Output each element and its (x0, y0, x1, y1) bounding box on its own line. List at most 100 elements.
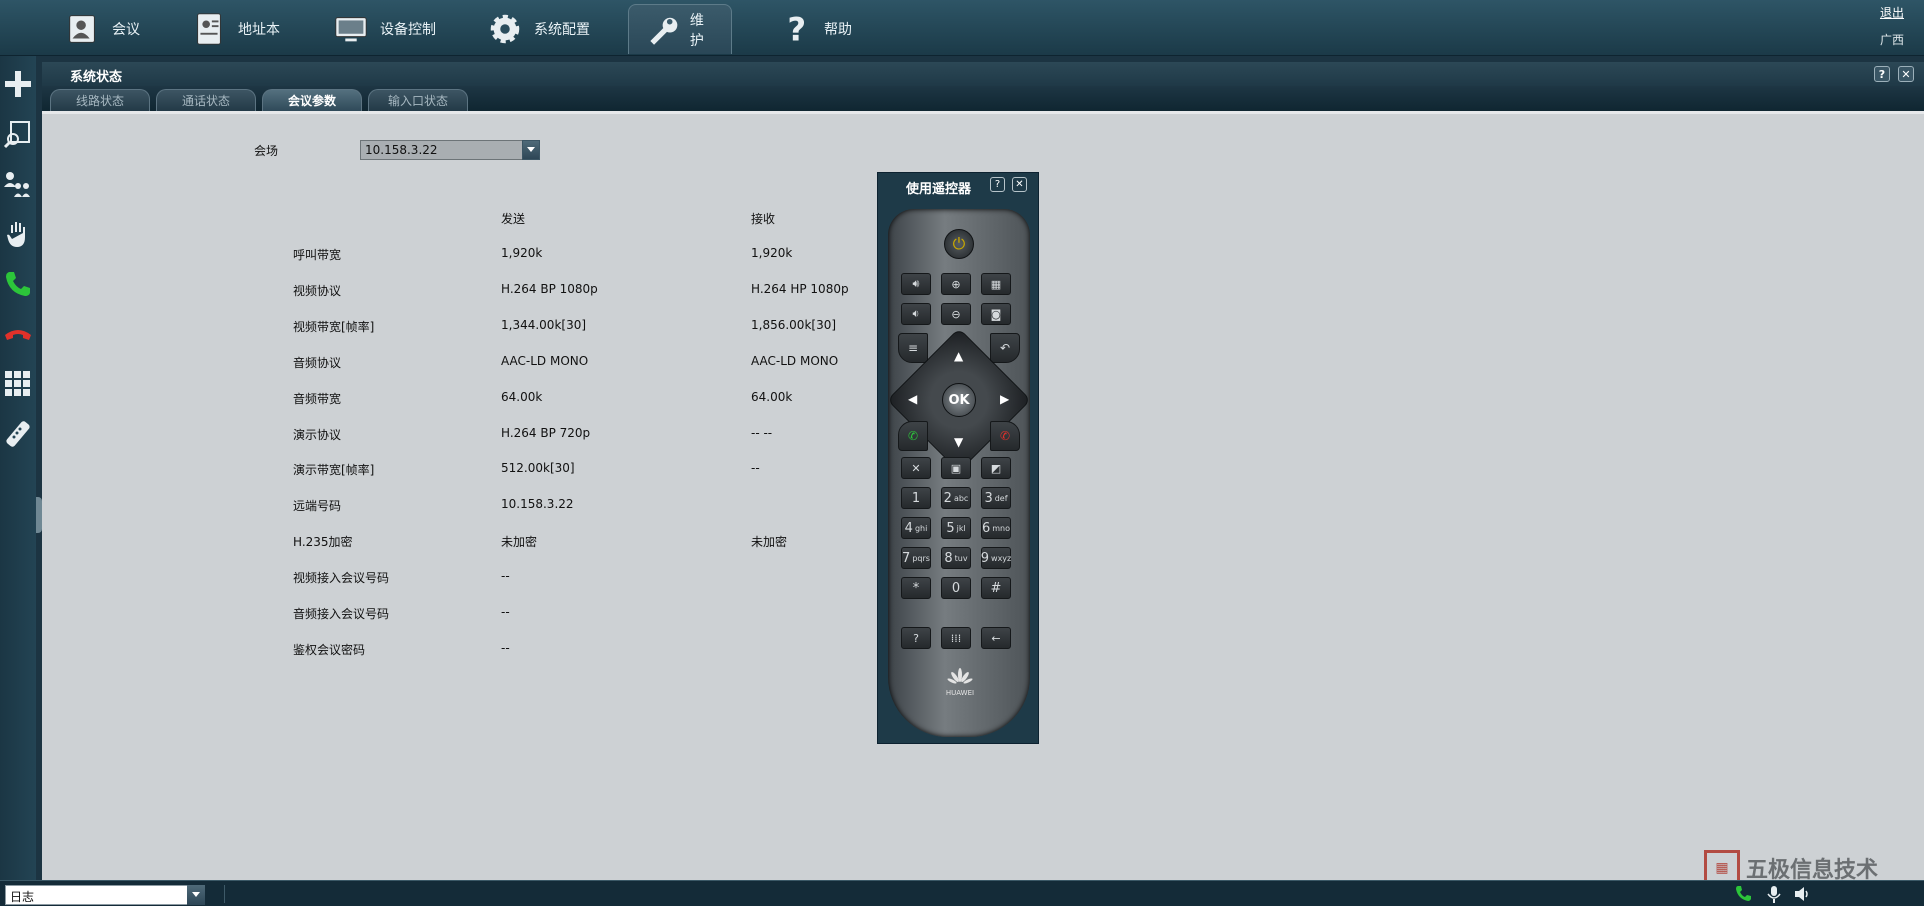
numpad-key-digit: 8 (944, 550, 953, 566)
camera-button[interactable]: ◙ (981, 303, 1011, 325)
arrow-left-icon: ◀ (908, 392, 918, 406)
remote-control-icon (6, 421, 30, 447)
panel-help-button[interactable]: ? (1874, 66, 1890, 82)
mute-button[interactable]: ✕ (901, 457, 931, 479)
zoom-out-button[interactable]: ⊖ (941, 303, 971, 325)
backspace-key[interactable]: ← (981, 627, 1011, 649)
nav-device-control[interactable]: 设备控制 (318, 4, 450, 54)
tab-conference-params[interactable]: 会议参数 (262, 89, 362, 111)
log-dropdown-button[interactable] (187, 885, 205, 905)
speaker-icon[interactable] (1792, 884, 1812, 904)
gear-icon (490, 14, 520, 44)
dpad-left-button[interactable]: ◀ (908, 392, 917, 406)
numpad-key-8[interactable]: 8 tuv (941, 547, 971, 569)
numpad-key-0[interactable]: 0 (941, 577, 971, 599)
back-button[interactable]: ↶ (990, 333, 1020, 363)
numpad-key-5[interactable]: 5 jkl (941, 517, 971, 539)
numpad-key-letters: ghi (914, 523, 928, 533)
plus-icon (5, 71, 31, 97)
tab-input-status-label: 输入口状态 (387, 94, 448, 108)
nav-help-label: 帮助 (824, 22, 852, 38)
remote-control-window: 使用遥控器 ? ✕ ⏻ 🔊︎ ⊕ ▦ 🔉︎ ⊖ ◙ ≡ ↶ ▲ ▼ ◀ ▶ OK… (877, 172, 1039, 744)
rail-remote-button[interactable] (2, 418, 34, 450)
site-select[interactable]: 10.158.3.22 (360, 140, 540, 160)
rail-search-site-button[interactable] (2, 118, 34, 150)
remote-call-button[interactable]: ✆ (898, 421, 928, 451)
contacts-button[interactable]: ▣ (941, 457, 971, 479)
menu-button[interactable]: ≡ (898, 333, 928, 363)
back-icon: ↶ (999, 341, 1011, 355)
remote-help-key[interactable]: ? (901, 627, 931, 649)
panel-close-button[interactable]: ✕ (1898, 66, 1914, 82)
close-icon: ✕ (1901, 67, 1911, 81)
huawei-brand-text: HUAWEI (945, 689, 975, 697)
numpad-key-9[interactable]: 9 wxyz (981, 547, 1011, 569)
presentation-button[interactable]: ◩ (981, 457, 1011, 479)
dpad-up-button[interactable]: ▲ (954, 349, 963, 363)
param-recv-value: -- (751, 461, 760, 476)
numpad-key-7[interactable]: 7 pqrs (901, 547, 931, 569)
rail-raise-hand-button[interactable] (2, 218, 34, 250)
nav-help[interactable]: ? 帮助 (762, 4, 866, 54)
numpad-key-star[interactable]: * (901, 577, 931, 599)
param-send-value: 512.00k[30] (501, 461, 575, 476)
numpad-key-2[interactable]: 2 abc (941, 487, 971, 509)
rail-participants-button[interactable] (2, 168, 34, 200)
numpad-key-digit: * (912, 580, 920, 596)
site-label: 会场 (254, 144, 279, 158)
layout-123-button[interactable]: ▦ (981, 273, 1011, 295)
remote-hangup-button[interactable]: ✆ (990, 421, 1020, 451)
rail-hangup-button[interactable] (2, 318, 34, 350)
power-button[interactable]: ⏻ (944, 229, 974, 259)
top-right-links: 退出 广西 (1880, 4, 1904, 48)
zoom-in-button[interactable]: ⊕ (941, 273, 971, 295)
panel-title: 系统状态 (70, 70, 123, 85)
numpad-key-4[interactable]: 4 ghi (901, 517, 931, 539)
numpad-key-letters: mno (992, 523, 1011, 533)
log-select-value: 日志 (10, 890, 35, 904)
rail-add-button[interactable] (2, 68, 34, 100)
param-name: 鉴权会议密码 (293, 642, 366, 657)
nav-meeting[interactable]: 会议 (50, 4, 154, 54)
numpad-key-digit: 3 (984, 490, 993, 506)
call-status-icon[interactable] (1734, 884, 1754, 904)
left-toolbar (0, 56, 36, 880)
tab-call-status[interactable]: 通话状态 (156, 89, 256, 111)
volume-down-button[interactable]: 🔉︎ (901, 303, 931, 325)
dpad-down-button[interactable]: ▼ (954, 435, 963, 449)
microphone-icon[interactable] (1764, 884, 1784, 904)
logout-link[interactable]: 退出 (1880, 4, 1904, 21)
dialpad-key[interactable]: ⁞⁞⁞ (941, 627, 971, 649)
remote-close-button[interactable]: ✕ (1012, 177, 1027, 192)
nav-maintenance[interactable]: 维护 (628, 4, 732, 54)
volume-up-button[interactable]: 🔊︎ (901, 273, 931, 295)
rail-layout-button[interactable] (2, 368, 34, 400)
hand-icon (7, 222, 25, 247)
tab-line-status[interactable]: 线路状态 (50, 89, 150, 111)
dropdown-button[interactable] (522, 140, 540, 160)
numpad-key-3[interactable]: 3 def (981, 487, 1011, 509)
remote-help-button[interactable]: ? (990, 177, 1005, 192)
log-select[interactable]: 日志 (5, 885, 205, 905)
param-recv-value: AAC-LD MONO (751, 353, 839, 368)
help-small-icon: ? (1878, 67, 1886, 81)
tab-input-status[interactable]: 输入口状态 (368, 89, 468, 111)
search-site-icon (3, 121, 30, 149)
huawei-logo: HUAWEI (940, 667, 980, 697)
nav-meeting-label: 会议 (112, 22, 140, 38)
panel-header: 系统状态 ? ✕ (42, 62, 1924, 86)
participants-icon (4, 172, 30, 197)
rail-call-button[interactable] (2, 268, 34, 300)
numpad-key-1[interactable]: 1 (901, 487, 931, 509)
numpad-key-6[interactable]: 6 mno (981, 517, 1011, 539)
nav-system-config[interactable]: 系统配置 (472, 4, 604, 54)
ok-button[interactable]: OK (942, 383, 976, 417)
nav-addressbook[interactable]: 地址本 (176, 4, 294, 54)
ok-label: OK (948, 392, 970, 408)
nav-addressbook-label: 地址本 (238, 22, 280, 38)
power-icon: ⏻ (952, 234, 966, 253)
addressbook-icon (197, 13, 221, 45)
dpad-right-button[interactable]: ▶ (1000, 392, 1009, 406)
nav-system-config-label: 系统配置 (534, 22, 590, 38)
numpad-key-hash[interactable]: # (981, 577, 1011, 599)
